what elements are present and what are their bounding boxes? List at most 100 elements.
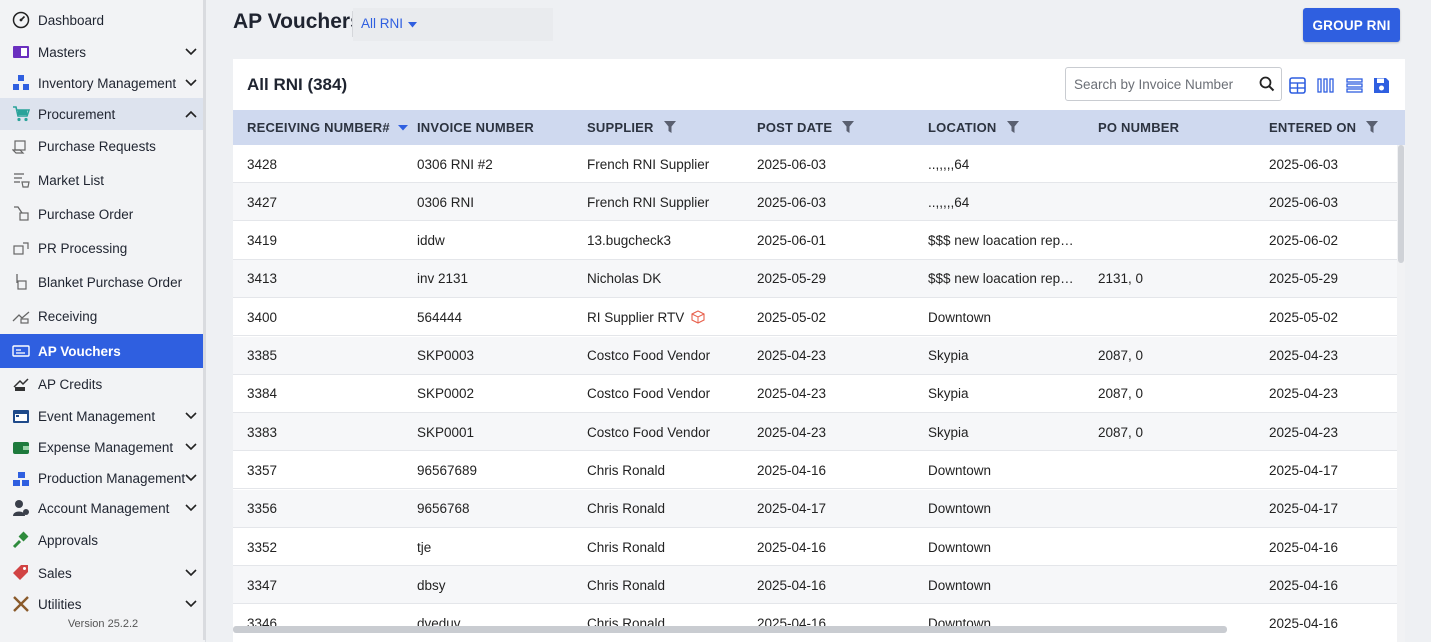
chevron-down-icon[interactable] bbox=[184, 566, 198, 580]
table-cell: 2025-06-03 bbox=[757, 145, 917, 183]
sidebar-item-procurement[interactable]: Procurement bbox=[0, 98, 205, 130]
table-cell-text: 3428 bbox=[247, 156, 278, 172]
table-cell: 2025-05-02 bbox=[757, 298, 917, 336]
table-row[interactable]: 3427 0306 RNI French RNI Supplier 2025-06-0… bbox=[233, 183, 1397, 222]
table-cell-text: 2025-04-23 bbox=[757, 424, 827, 440]
vertical-scroll-thumb[interactable] bbox=[1398, 145, 1404, 263]
table-cell: 2025-04-23 bbox=[1269, 413, 1399, 451]
chevron-down-icon[interactable] bbox=[184, 409, 198, 423]
group-rni-button[interactable]: GROUP RNI bbox=[1303, 8, 1400, 42]
table-row[interactable]: 3357 96567689 Chris Ronald 2025-04-16 Downto… bbox=[233, 451, 1397, 490]
sidebar-item-event-management[interactable]: Event Management bbox=[0, 400, 205, 432]
sidebar-item-ap-credits[interactable]: AP Credits bbox=[0, 368, 205, 400]
table-row[interactable]: 3385 SKP0003 Costco Food Vendor 2025-04-23 S… bbox=[233, 336, 1397, 375]
column-header-supplier[interactable]: SUPPLIER bbox=[587, 110, 676, 145]
table-row[interactable]: 3356 9656768 Chris Ronald 2025-04-17 Downtow… bbox=[233, 489, 1397, 528]
sidebar-item-label: Inventory Management bbox=[38, 75, 177, 91]
sidebar-item-masters[interactable]: Masters bbox=[0, 36, 205, 68]
sidebar-item-approvals[interactable]: Approvals bbox=[0, 524, 205, 556]
filter-icon[interactable] bbox=[842, 121, 855, 134]
sidebar-item-purchase-order[interactable]: Purchase Order bbox=[0, 198, 205, 230]
sidebar-item-account-management[interactable]: Account Management bbox=[0, 492, 205, 524]
table-cell-text: 13.bugcheck3 bbox=[587, 233, 672, 249]
table-row[interactable]: 3346 dveduv Chris Ronald 2025-04-16 Downtown… bbox=[233, 604, 1397, 642]
sidebar-item-label: Account Management bbox=[38, 500, 170, 516]
utilities-icon bbox=[11, 594, 31, 614]
sidebar-item-market-list[interactable]: Market List bbox=[0, 164, 205, 196]
table-cell-text: Downtown bbox=[928, 539, 992, 555]
table-cell: 2025-06-02 bbox=[1269, 222, 1399, 260]
chevron-down-icon[interactable] bbox=[184, 501, 198, 515]
table-cell-text: Chris Ronald bbox=[587, 501, 666, 517]
grid-layout-icon[interactable] bbox=[1287, 75, 1307, 95]
table-row[interactable]: 3428 0306 RNI #2 French RNI Supplier 2025-0… bbox=[233, 145, 1397, 183]
table-cell-text: 3347 bbox=[247, 577, 278, 593]
chevron-down-icon[interactable] bbox=[184, 76, 198, 90]
sidebar-item-inventory-management[interactable]: Inventory Management bbox=[0, 67, 205, 99]
sidebar-scrollbar[interactable] bbox=[203, 0, 206, 640]
save-icon[interactable] bbox=[1371, 75, 1391, 95]
chevron-up-icon[interactable] bbox=[184, 107, 198, 121]
table-cell-text: 2087, 0 bbox=[1098, 424, 1144, 440]
sidebar-item-utilities[interactable]: Utilities bbox=[0, 588, 205, 620]
table-cell-text: Downtown bbox=[928, 577, 992, 593]
sidebar-item-expense-management[interactable]: Expense Management bbox=[0, 431, 205, 463]
horizontal-scrollbar[interactable] bbox=[233, 626, 1227, 633]
filter-icon[interactable] bbox=[1006, 121, 1019, 134]
column-header-po-number[interactable]: PO NUMBER bbox=[1098, 110, 1179, 145]
column-header-post-date[interactable]: POST DATE bbox=[757, 110, 855, 145]
table-cell-text: 2025-06-03 bbox=[757, 194, 827, 210]
search-box[interactable] bbox=[1065, 67, 1282, 101]
table-cell-text: 2025-04-16 bbox=[1269, 539, 1339, 555]
rni-filter-dropdown[interactable]: All RNI bbox=[361, 16, 418, 31]
wallet-icon bbox=[11, 437, 31, 457]
table-cell: Chris Ronald bbox=[587, 566, 747, 604]
sidebar-item-pr-processing[interactable]: PR Processing bbox=[0, 232, 205, 264]
rtv-box-icon[interactable] bbox=[691, 310, 705, 324]
table-row[interactable]: 3352 tje Chris Ronald 2025-04-16 Downtown 202… bbox=[233, 528, 1397, 566]
filter-icon[interactable] bbox=[1366, 121, 1379, 134]
sidebar-item-ap-vouchers[interactable]: AP Vouchers bbox=[0, 334, 205, 368]
search-input[interactable] bbox=[1074, 68, 1254, 100]
table-cell-text: 2025-06-03 bbox=[1269, 156, 1339, 172]
table-cell-text: RI Supplier RTV bbox=[587, 309, 685, 325]
sidebar-item-receiving[interactable]: Receiving bbox=[0, 300, 205, 332]
table-cell: 2025-04-16 bbox=[1269, 528, 1399, 566]
sidebar-item-sales[interactable]: Sales bbox=[0, 557, 205, 589]
column-header-receiving-number[interactable]: RECEIVING NUMBER# bbox=[247, 110, 408, 145]
table-cell: 9656768 bbox=[417, 490, 577, 528]
sidebar-item-label: Approvals bbox=[38, 532, 99, 548]
table-cell: 2025-05-29 bbox=[757, 260, 917, 298]
table-row[interactable]: 3384 SKP0002 Costco Food Vendor 2025-04-23 S… bbox=[233, 374, 1397, 413]
event-icon bbox=[11, 406, 31, 426]
table-cell: Chris Ronald bbox=[587, 528, 747, 566]
search-icon[interactable] bbox=[1259, 76, 1275, 92]
column-header-location[interactable]: LOCATION bbox=[928, 110, 1019, 145]
table-cell-text: 2087, 0 bbox=[1098, 386, 1144, 402]
table-cell: Downtown bbox=[928, 451, 1073, 489]
chevron-down-icon[interactable] bbox=[184, 471, 198, 485]
table-row[interactable]: 3419 iddw 13.bugcheck3 2025-06-01 $$$ new lo… bbox=[233, 221, 1399, 260]
table-cell-text: Skypia bbox=[928, 424, 969, 440]
table-cell: Costco Food Vendor bbox=[587, 337, 747, 375]
chevron-down-icon[interactable] bbox=[184, 440, 198, 454]
columns-icon[interactable] bbox=[1315, 75, 1335, 95]
chevron-down-icon[interactable] bbox=[184, 45, 198, 59]
sidebar-item-purchase-requests[interactable]: Purchase Requests bbox=[0, 130, 205, 162]
table-row[interactable]: 3383 SKP0001 Costco Food Vendor 2025-04-23 S… bbox=[233, 413, 1399, 452]
table-row[interactable]: 3347 dbsy Chris Ronald 2025-04-16 Downtown 20… bbox=[233, 566, 1397, 605]
sidebar-item-production-management[interactable]: Production Management bbox=[0, 462, 205, 494]
column-header-invoice-number[interactable]: INVOICE NUMBER bbox=[417, 110, 534, 145]
sort-desc-icon[interactable] bbox=[397, 124, 408, 131]
table-row[interactable]: 3400 564444 RI Supplier RTV 2025-05-02 Downt… bbox=[233, 298, 1397, 337]
sidebar-item-dashboard[interactable]: Dashboard bbox=[0, 4, 205, 36]
sidebar-item-blanket-purchase-order[interactable]: Blanket Purchase Order bbox=[0, 266, 205, 298]
density-icon[interactable] bbox=[1344, 75, 1364, 95]
chevron-down-icon[interactable] bbox=[184, 597, 198, 611]
table-row[interactable]: 3413 inv 2131 Nicholas DK 2025-05-29 $$$ new… bbox=[233, 259, 1397, 298]
purchase-requests-icon bbox=[11, 136, 31, 156]
vertical-scrollbar[interactable] bbox=[1397, 145, 1405, 642]
column-header-entered-on[interactable]: ENTERED ON bbox=[1269, 110, 1379, 145]
filter-icon[interactable] bbox=[663, 121, 676, 134]
cart-icon bbox=[11, 104, 31, 124]
